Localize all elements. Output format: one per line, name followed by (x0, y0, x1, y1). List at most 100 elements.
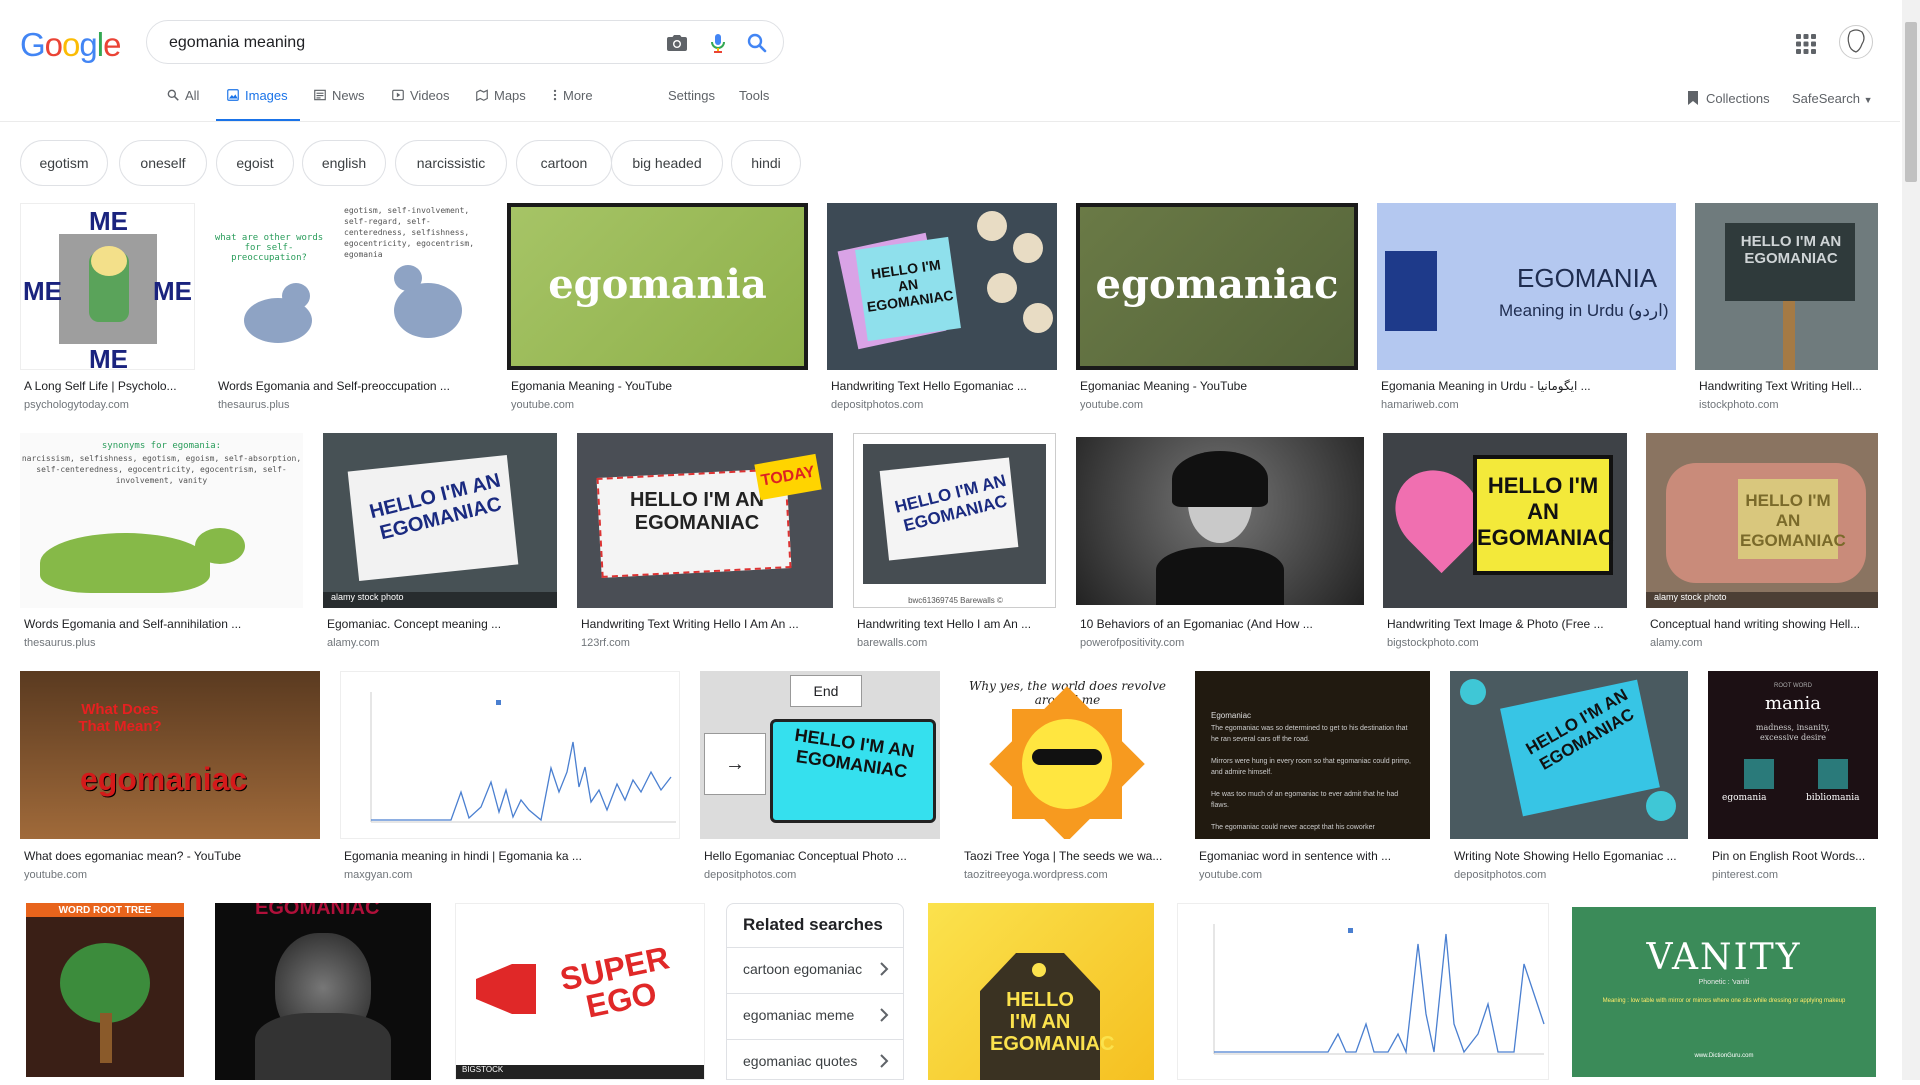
result-thumbnail[interactable]: Why yes, the world does revolve around m… (960, 671, 1175, 839)
image-result[interactable]: WORD ROOT TREE (20, 903, 190, 1080)
result-title[interactable]: Handwriting Text Hello Egomaniac ... (831, 379, 1056, 393)
result-title[interactable]: 10 Behaviors of an Egomaniac (And How ..… (1080, 617, 1363, 631)
result-title[interactable]: Egomania Meaning in Urdu - ایگومانیا ... (1381, 379, 1671, 393)
image-result[interactable]: egomania Egomania Meaning - YouTube yout… (507, 203, 808, 415)
tab-maps[interactable]: Maps (475, 88, 531, 122)
chip-egotism[interactable]: egotism (20, 140, 108, 186)
image-result[interactable]: HELLO I'M AN EGOMANIAC (928, 903, 1154, 1080)
google-logo[interactable]: Google (20, 26, 121, 64)
result-source[interactable]: youtube.com (1199, 869, 1262, 881)
result-source[interactable]: powerofpositivity.com (1080, 637, 1184, 649)
scrollbar-thumb[interactable] (1905, 22, 1917, 182)
result-title[interactable]: Taozi Tree Yoga | The seeds we wa... (964, 849, 1174, 863)
result-thumbnail[interactable] (340, 671, 680, 839)
tab-all[interactable]: All (166, 88, 208, 122)
result-title[interactable]: Handwriting Text Writing Hell... (1699, 379, 1877, 393)
result-thumbnail[interactable]: egomania (507, 203, 808, 370)
result-title[interactable]: A Long Self Life | Psycholo... (24, 379, 194, 393)
chip-cartoon[interactable]: cartoon (516, 140, 612, 186)
tab-images[interactable]: Images (216, 88, 300, 122)
chip-egoist[interactable]: egoist (216, 140, 294, 186)
result-thumbnail[interactable]: HELLO I'M AN EGOMANIAC (1695, 203, 1878, 370)
result-source[interactable]: bigstockphoto.com (1387, 637, 1479, 649)
result-title[interactable]: Words Egomania and Self-annihilation ... (24, 617, 302, 631)
result-source[interactable]: istockphoto.com (1699, 399, 1778, 411)
chip-oneself[interactable]: oneself (119, 140, 207, 186)
result-title[interactable]: Egomaniac. Concept meaning ... (327, 617, 556, 631)
result-thumbnail[interactable]: HELLO I'M AN EGOMANIAC alamy stock photo (323, 433, 557, 608)
result-thumbnail[interactable]: HELLO I'M AN EGOMANIAC (1383, 433, 1627, 608)
result-source[interactable]: pinterest.com (1712, 869, 1778, 881)
image-result[interactable]: SUPER EGO BIGSTOCK (455, 903, 705, 1080)
image-result[interactable]: What Does That Mean? egomaniac What does… (20, 671, 320, 887)
result-source[interactable]: depositphotos.com (704, 869, 796, 881)
result-source[interactable]: 123rf.com (581, 637, 630, 649)
result-thumbnail[interactable]: WORD ROOT TREE (20, 903, 190, 1080)
result-title[interactable]: Conceptual hand writing showing Hell... (1650, 617, 1877, 631)
safesearch-dropdown[interactable]: SafeSearch ▼ (1792, 91, 1872, 106)
image-result[interactable]: HELLO I'M AN EGOMANIAC Handwriting Text … (1383, 433, 1627, 653)
result-thumbnail[interactable] (1076, 437, 1364, 605)
result-title[interactable]: Egomania meaning in hindi | Egomania ka … (344, 849, 679, 863)
result-thumbnail[interactable]: EGOMANIAC (215, 903, 431, 1080)
image-result[interactable]: Egomania meaning in hindi | Egomania ka … (340, 671, 680, 887)
collections-link[interactable]: Collections (1686, 90, 1770, 106)
result-source[interactable]: thesaurus.plus (24, 637, 96, 649)
tab-more[interactable]: More (552, 88, 598, 122)
result-thumbnail[interactable]: HELLO I'M AN EGOMANIAC bwc61369745 Barew… (853, 433, 1056, 608)
result-source[interactable]: depositphotos.com (1454, 869, 1546, 881)
result-thumbnail[interactable]: SUPER EGO BIGSTOCK (455, 903, 705, 1080)
related-search-item[interactable]: egomaniac quotes (727, 1039, 903, 1085)
tools-link[interactable]: Tools (739, 88, 773, 122)
result-title[interactable]: What does egomaniac mean? - YouTube (24, 849, 319, 863)
result-thumbnail[interactable]: HELLO I'M AN EGOMANIAC (827, 203, 1057, 370)
chip-narcissistic[interactable]: narcissistic (395, 140, 507, 186)
result-title[interactable]: Egomaniac Meaning - YouTube (1080, 379, 1355, 393)
result-thumbnail[interactable]: synonyms for egomania: narcissism, selfi… (20, 433, 303, 608)
result-source[interactable]: youtube.com (24, 869, 87, 881)
result-source[interactable]: hamariweb.com (1381, 399, 1459, 411)
result-thumbnail[interactable]: ME ME ME ME (20, 203, 195, 370)
related-search-item[interactable]: egomaniac meme (727, 993, 903, 1039)
image-result[interactable]: HELLO I'M AN EGOMANIAC bwc61369745 Barew… (853, 433, 1056, 653)
image-result[interactable]: HELLO I'M AN EGOMANIAC Writing Note Show… (1450, 671, 1688, 887)
microphone-icon[interactable] (706, 31, 730, 55)
result-thumbnail[interactable]: End → HELLO I'M AN EGOMANIAC (700, 671, 940, 839)
result-title[interactable]: Pin on English Root Words... (1712, 849, 1877, 863)
image-result[interactable]: HELLO I'M AN EGOMANIAC Handwriting Text … (827, 203, 1057, 415)
account-avatar[interactable] (1839, 25, 1873, 59)
settings-link[interactable]: Settings (668, 88, 718, 122)
apps-grid-icon[interactable] (1794, 32, 1818, 56)
result-source[interactable]: youtube.com (511, 399, 574, 411)
result-source[interactable]: depositphotos.com (831, 399, 923, 411)
image-result[interactable] (1177, 903, 1549, 1080)
result-source[interactable]: youtube.com (1080, 399, 1143, 411)
result-thumbnail[interactable]: What Does That Mean? egomaniac (20, 671, 320, 839)
image-result[interactable]: ME ME ME ME A Long Self Life | Psycholo.… (20, 203, 195, 415)
result-source[interactable]: alamy.com (327, 637, 379, 649)
result-thumbnail[interactable]: what are other words for self-preoccupat… (214, 203, 488, 370)
image-result[interactable]: HELLO I'M AN EGOMANIAC alamy stock photo… (1646, 433, 1878, 653)
result-title[interactable]: Egomaniac word in sentence with ... (1199, 849, 1429, 863)
result-thumbnail[interactable] (1177, 903, 1549, 1080)
result-title[interactable]: Egomania Meaning - YouTube (511, 379, 801, 393)
image-result[interactable]: what are other words for self-preoccupat… (214, 203, 488, 415)
result-thumbnail[interactable]: HELLO I'M AN EGOMANIAC (928, 903, 1154, 1080)
image-result[interactable]: 10 Behaviors of an Egomaniac (And How ..… (1076, 437, 1364, 653)
image-result[interactable]: EGOMANIAC (215, 903, 431, 1080)
result-thumbnail[interactable]: HELLO I'M AN EGOMANIAC (1450, 671, 1688, 839)
result-title[interactable]: Handwriting Text Writing Hello I Am An .… (581, 617, 832, 631)
result-title[interactable]: Handwriting text Hello I am An ... (857, 617, 1055, 631)
result-source[interactable]: thesaurus.plus (218, 399, 290, 411)
result-source[interactable]: maxgyan.com (344, 869, 412, 881)
result-thumbnail[interactable]: ROOT WORD mania madness, insanity, excess… (1708, 671, 1878, 839)
result-title[interactable]: Hello Egomaniac Conceptual Photo ... (704, 849, 939, 863)
related-search-item[interactable]: cartoon egomaniac (727, 947, 903, 993)
tab-videos[interactable]: Videos (391, 88, 453, 122)
result-thumbnail[interactable]: HELLO I'M AN EGOMANIAC alamy stock photo (1646, 433, 1878, 608)
result-title[interactable]: Words Egomania and Self-preoccupation ..… (218, 379, 488, 393)
result-title[interactable]: Writing Note Showing Hello Egomaniac ... (1454, 849, 1687, 863)
image-result[interactable]: HELLO I'M AN EGOMANIAC alamy stock photo… (323, 433, 557, 653)
image-result[interactable]: egomaniac Egomaniac Meaning - YouTube yo… (1076, 203, 1358, 415)
result-thumbnail[interactable]: HELLO I'M AN EGOMANIAC TODAY (577, 433, 833, 608)
